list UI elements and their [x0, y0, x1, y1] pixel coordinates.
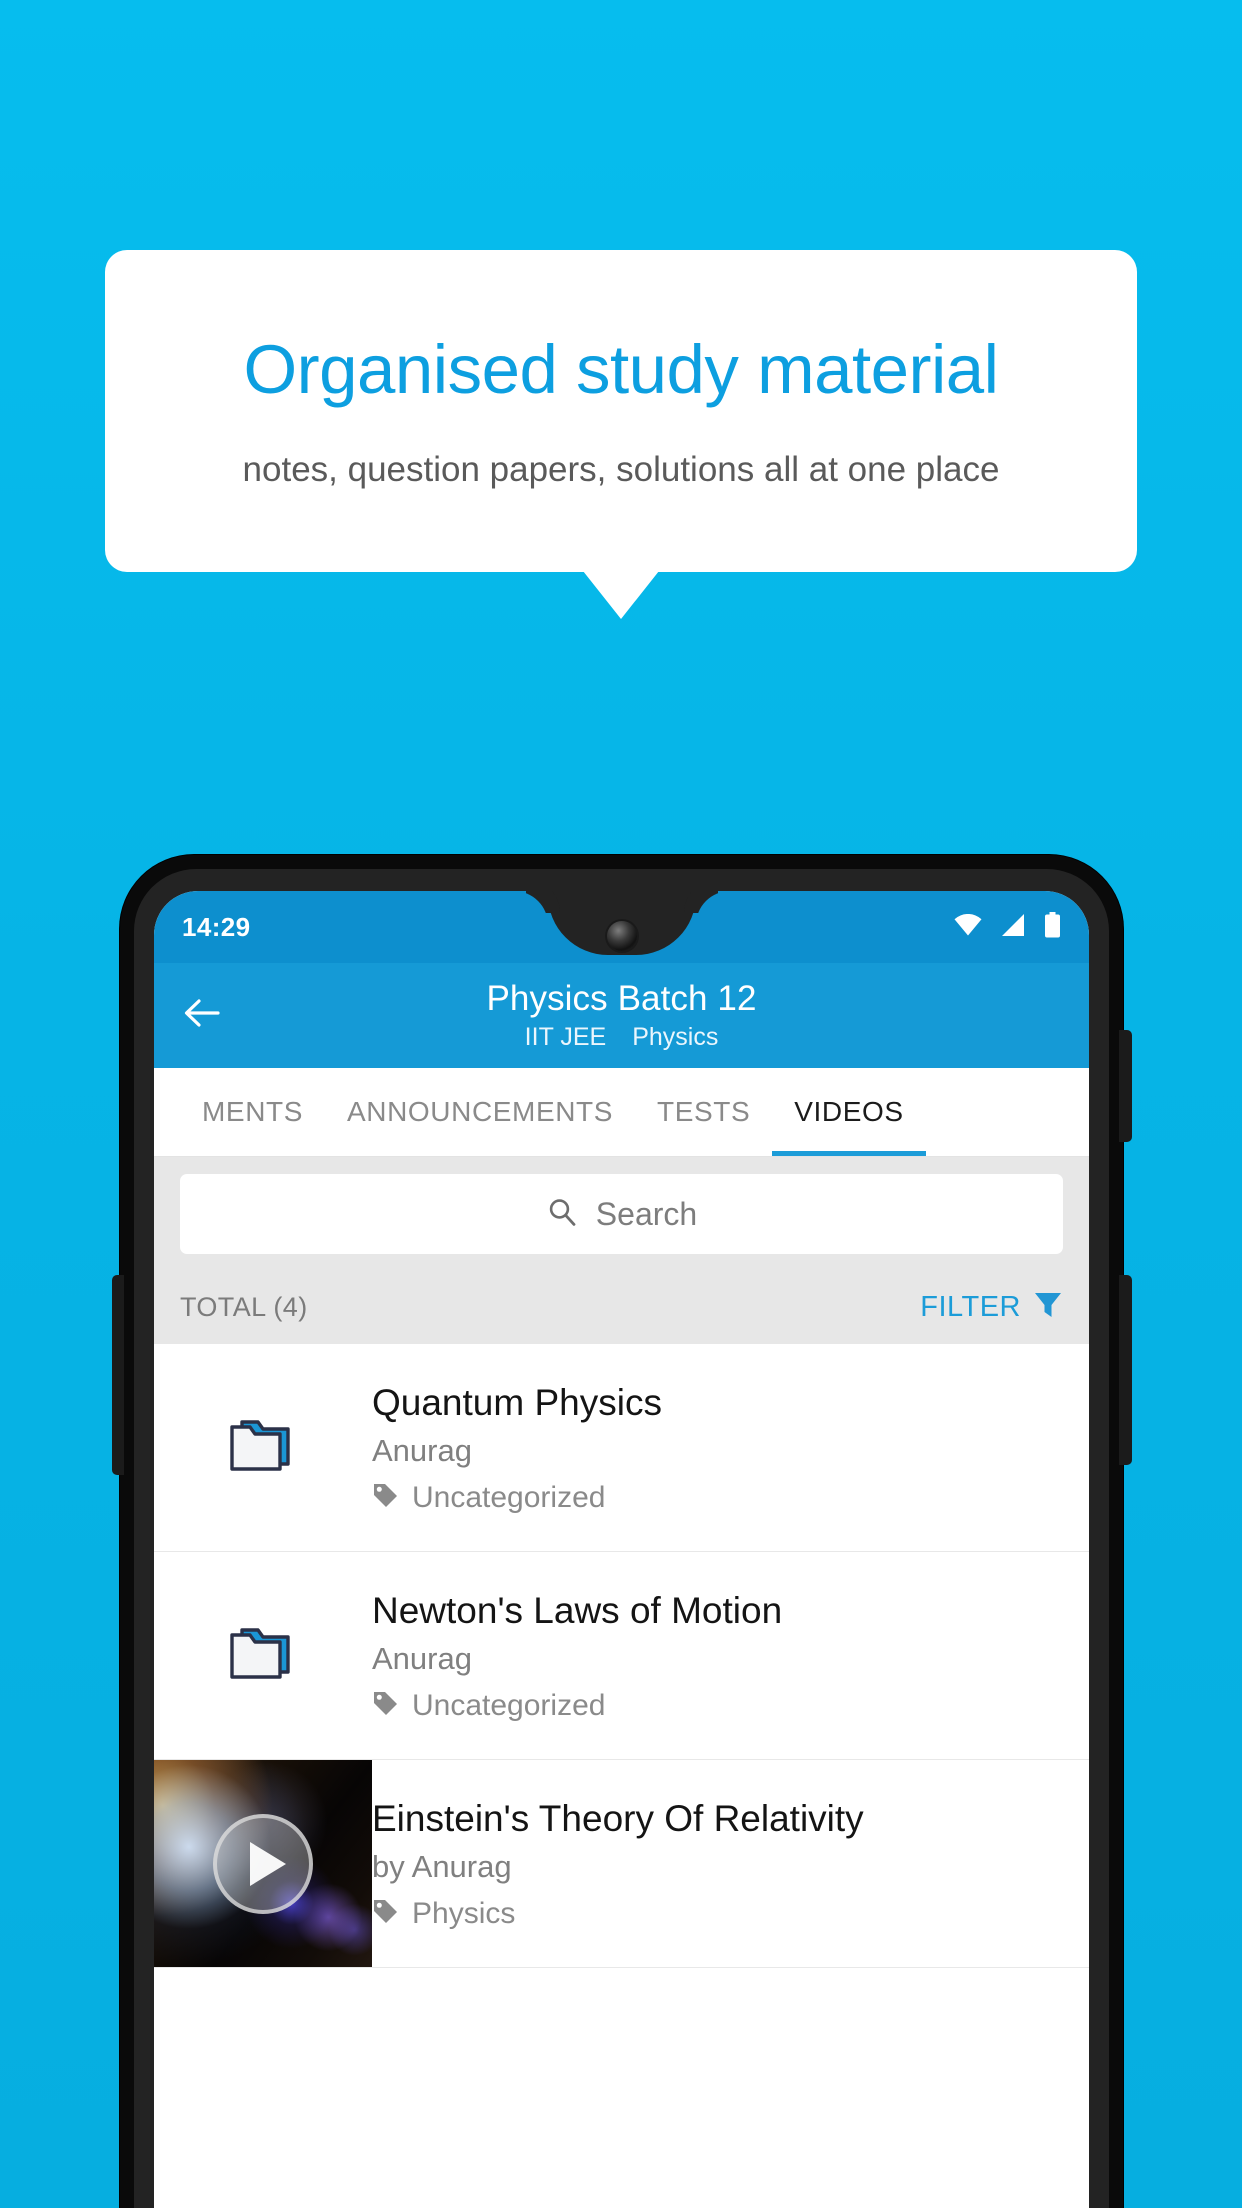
search-area: Search	[154, 1156, 1089, 1270]
folder-icon	[228, 1622, 298, 1689]
folder-thumbnail	[154, 1622, 372, 1689]
tab-videos[interactable]: VIDEOS	[772, 1068, 927, 1156]
filter-button[interactable]: FILTER	[920, 1290, 1063, 1325]
list-item-tag-row: Uncategorized	[372, 1481, 1065, 1515]
signal-icon	[1000, 913, 1026, 942]
play-icon[interactable]	[213, 1813, 313, 1914]
list-item-tag: Uncategorized	[412, 1689, 606, 1723]
promo-subheadline: notes, question papers, solutions all at…	[242, 449, 1000, 489]
list-item[interactable]: Newton's Laws of Motion Anurag Uncategor…	[154, 1552, 1089, 1760]
phone-mockup: 14:29 Physics Batch 12 IIT JEE Physics M…	[112, 855, 1132, 2208]
app-bar-subtitle: IIT JEE Physics	[525, 1023, 719, 1052]
list-item-tag: Uncategorized	[412, 1481, 606, 1515]
status-time: 14:29	[182, 911, 251, 942]
page-title: Physics Batch 12	[486, 979, 757, 1019]
app-bar: Physics Batch 12 IIT JEE Physics	[154, 963, 1089, 1068]
list-item-author: Anurag	[372, 1641, 472, 1677]
subtitle-subject: Physics	[632, 1022, 719, 1051]
tab-bar: MENTS ANNOUNCEMENTS TESTS VIDEOS	[154, 1068, 1089, 1156]
play-triangle	[249, 1841, 286, 1886]
back-arrow-icon[interactable]	[180, 991, 224, 1040]
list-item-title: Einstein's Theory Of Relativity	[372, 1797, 864, 1839]
list-item[interactable]: Einstein's Theory Of Relativity by Anura…	[154, 1760, 1089, 1968]
video-thumbnail[interactable]	[154, 1760, 372, 1967]
secondary-side-button[interactable]	[1119, 1275, 1132, 1465]
battery-icon	[1044, 911, 1061, 943]
tag-icon	[372, 1898, 399, 1930]
volume-button[interactable]	[112, 1275, 124, 1475]
list-item-author: Anurag	[372, 1433, 472, 1469]
subtitle-exam: IIT JEE	[524, 1022, 607, 1051]
tab-tests[interactable]: TESTS	[635, 1068, 772, 1156]
list-item-title: Newton's Laws of Motion	[372, 1589, 783, 1631]
list-item-tag-row: Physics	[372, 1897, 1065, 1931]
promo-card-tail	[583, 571, 659, 619]
search-placeholder: Search	[595, 1195, 698, 1232]
filter-funnel-icon	[1033, 1290, 1063, 1325]
list-item-title: Quantum Physics	[372, 1381, 662, 1423]
wifi-icon	[954, 913, 982, 941]
list-item-author: by Anurag	[372, 1849, 512, 1885]
app-bar-titles: Physics Batch 12 IIT JEE Physics	[224, 979, 1019, 1051]
tag-icon	[372, 1690, 399, 1722]
list-item-body: Quantum Physics Anurag Uncategorized	[372, 1374, 1089, 1522]
list-meta-row: TOTAL (4) FILTER	[154, 1270, 1089, 1344]
tag-icon	[372, 1482, 399, 1514]
folder-icon	[228, 1414, 298, 1481]
folder-thumbnail	[154, 1414, 372, 1481]
promo-headline: Organised study material	[243, 331, 999, 409]
total-count-label: TOTAL (4)	[180, 1291, 308, 1322]
tab-announcements[interactable]: ANNOUNCEMENTS	[325, 1068, 635, 1156]
tab-assignments[interactable]: MENTS	[180, 1068, 325, 1156]
search-icon	[546, 1196, 578, 1233]
status-bar: 14:29	[154, 891, 1089, 963]
list-item-tag: Physics	[412, 1897, 516, 1931]
phone-screen: 14:29 Physics Batch 12 IIT JEE Physics M…	[154, 891, 1089, 2208]
list-item-tag-row: Uncategorized	[372, 1689, 1065, 1723]
search-input[interactable]: Search	[180, 1174, 1063, 1254]
power-button[interactable]	[1119, 1030, 1132, 1142]
filter-label: FILTER	[920, 1290, 1021, 1323]
list-item[interactable]: Quantum Physics Anurag Uncategorized	[154, 1344, 1089, 1552]
content-list: Quantum Physics Anurag Uncategorized New…	[154, 1344, 1089, 1968]
list-item-body: Newton's Laws of Motion Anurag Uncategor…	[372, 1582, 1089, 1730]
status-icons	[954, 911, 1061, 943]
promo-card: Organised study material notes, question…	[105, 250, 1137, 572]
list-item-body: Einstein's Theory Of Relativity by Anura…	[372, 1790, 1089, 1938]
